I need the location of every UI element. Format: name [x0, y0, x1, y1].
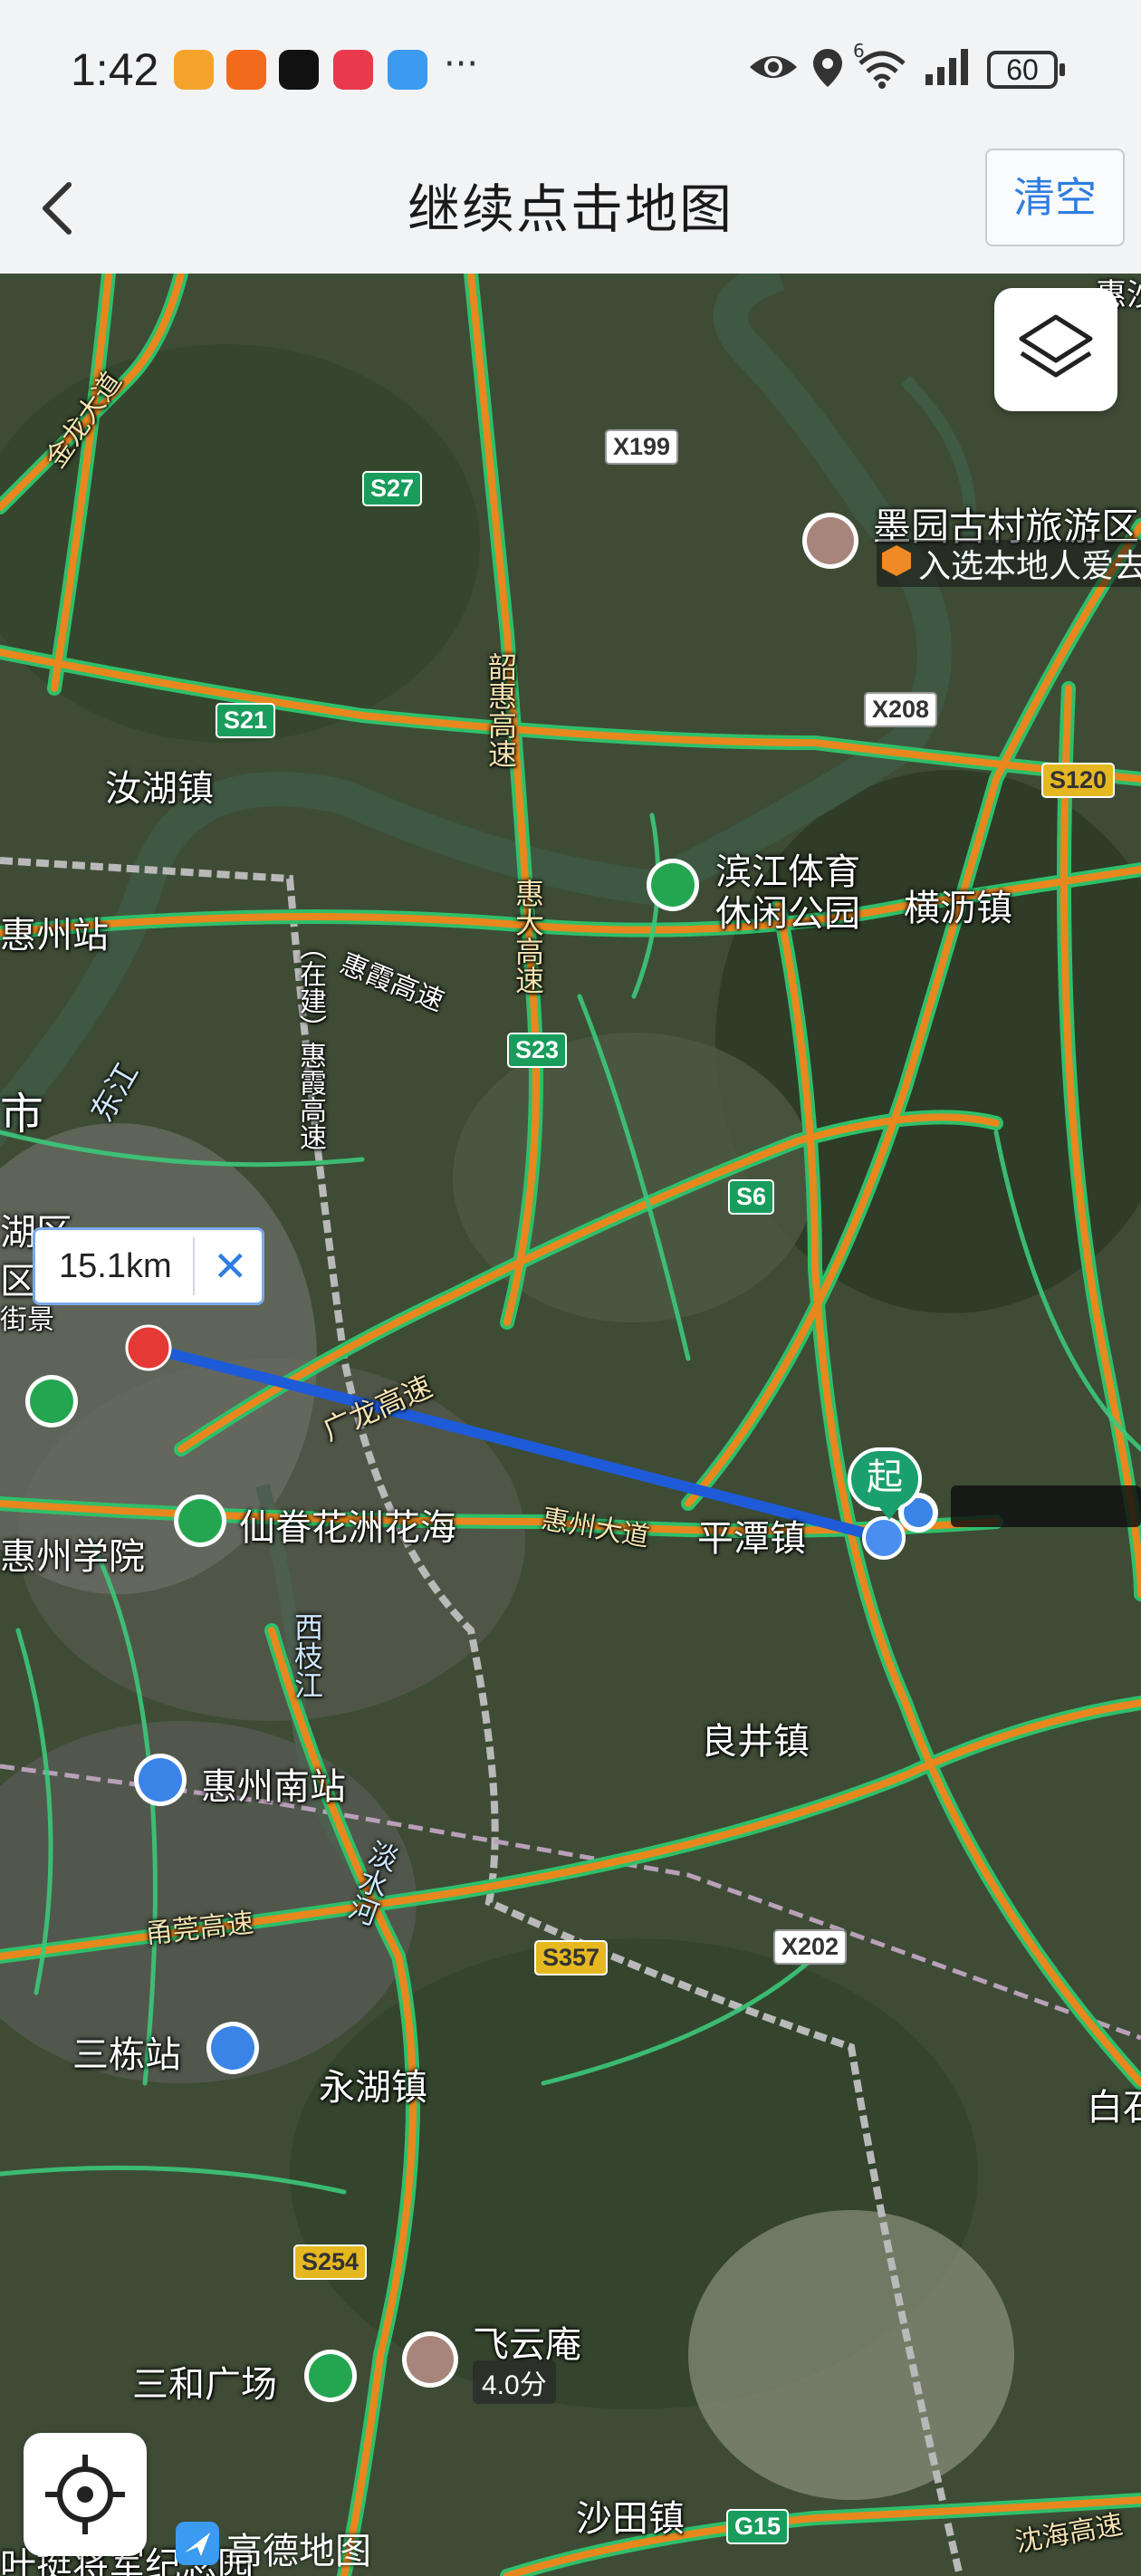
road-shield: S120	[1041, 763, 1116, 798]
highway-label: 沈海高速	[1012, 2508, 1126, 2560]
clear-button[interactable]: 清空	[985, 149, 1125, 246]
battery-indicator: 60	[987, 51, 1065, 89]
highway-label: 惠霞高速	[335, 947, 448, 1018]
highway-label: 甬莞高速	[143, 1907, 255, 1951]
tiktok-icon	[279, 50, 319, 90]
crosshair-icon	[45, 2455, 125, 2534]
road-shield: S254	[293, 2244, 368, 2280]
title-bar: 继续点击地图	[0, 145, 1141, 274]
road-shield: S23	[507, 1033, 568, 1068]
more-notifications-icon: ···	[444, 43, 479, 85]
chevron-left-icon[interactable]	[33, 172, 87, 245]
station-label[interactable]: 惠州站	[0, 906, 109, 958]
road-shield: S357	[534, 1940, 609, 1975]
locate-button[interactable]	[24, 2433, 147, 2556]
app-notification-icon	[226, 50, 266, 90]
status-bar: 1:42 ··· 6 60	[0, 0, 1141, 145]
road-shield: X199	[605, 429, 679, 465]
park-icon[interactable]	[647, 859, 699, 911]
eye-icon	[750, 56, 797, 78]
amap-logo-icon	[176, 2522, 219, 2565]
poi-label[interactable]: 仙眷花洲花海	[239, 1498, 456, 1551]
town-label[interactable]: 平潭镇	[697, 1509, 806, 1562]
scenic-spot-icon[interactable]	[802, 513, 858, 569]
road-shield: S6	[728, 1179, 775, 1215]
road-shield: S21	[216, 703, 276, 738]
town-label[interactable]: 汝湖镇	[105, 759, 214, 812]
highway-label: 惠州大道	[539, 1503, 652, 1554]
city-label[interactable]: 市	[0, 1078, 43, 1141]
road-shield: G15	[726, 2509, 790, 2544]
park-icon[interactable]	[304, 2350, 357, 2402]
poi-label[interactable]: 休闲公园	[715, 884, 860, 937]
poi-label[interactable]: 惠州学院	[0, 1527, 145, 1580]
cellular-signal-icon	[925, 49, 968, 85]
app-notification-icon	[333, 50, 373, 90]
town-label[interactable]: 横沥镇	[904, 879, 1012, 931]
river-label: 淡水河	[340, 1835, 404, 1929]
station-label[interactable]: 三栋站	[72, 2025, 181, 2078]
amap-logo-text: 高德地图	[226, 2531, 371, 2572]
river-label: 西枝江	[290, 1612, 324, 1699]
message-icon	[388, 50, 427, 90]
park-icon[interactable]	[25, 1375, 78, 1427]
highway-label: 金龙大道	[40, 366, 129, 475]
park-icon[interactable]	[174, 1495, 226, 1547]
town-label[interactable]: 永湖镇	[319, 2058, 427, 2110]
layers-icon	[1019, 314, 1093, 378]
road-shield: X208	[864, 692, 938, 727]
app-notification-icon	[174, 50, 214, 90]
river-label: 东江	[83, 1056, 147, 1129]
close-icon[interactable]: ✕	[213, 1230, 248, 1302]
distance-bubble: 15.1km ✕	[33, 1227, 264, 1305]
rating-badge: 4.0分	[473, 2360, 556, 2404]
map-view[interactable]: 墨园古村旅游区 入选本地人爱去榜 汝湖镇 滨江体育 休闲公园 横沥镇 惠州站 市…	[0, 274, 1141, 2576]
signal-type-label: 6	[853, 40, 865, 62]
location-icon	[813, 49, 842, 87]
town-label[interactable]: 白石	[1087, 2078, 1141, 2130]
map-labels-layer: 墨园古村旅游区 入选本地人爱去榜 汝湖镇 滨江体育 休闲公园 横沥镇 惠州站 市…	[0, 274, 1141, 2576]
road-shield: X202	[773, 1929, 848, 1965]
poi-tag: 入选本地人爱去榜	[877, 540, 1141, 587]
start-marker[interactable]: 起	[848, 1447, 922, 1520]
highway-label: 韶惠高速	[484, 652, 518, 768]
highway-label: 广龙高速	[317, 1369, 438, 1448]
temple-icon[interactable]	[402, 2331, 458, 2388]
train-station-icon[interactable]	[134, 1754, 187, 1806]
page-title: 继续点击地图	[407, 178, 734, 240]
highway-label: （在建）惠霞高速	[294, 933, 326, 1150]
town-label[interactable]: 良井镇	[701, 1712, 810, 1764]
layers-button[interactable]	[994, 288, 1117, 411]
poi-label[interactable]: 三和广场	[132, 2355, 277, 2408]
train-station-icon[interactable]	[206, 2022, 259, 2074]
town-label[interactable]: 沙田镇	[576, 2489, 685, 2542]
road-shield: S27	[362, 471, 423, 506]
station-label[interactable]: 惠州南站	[201, 1757, 346, 1810]
highway-label: 惠大高速	[511, 879, 545, 995]
status-time: 1:42	[71, 44, 159, 95]
distance-value: 15.1km	[59, 1247, 172, 1285]
divider	[193, 1237, 195, 1295]
